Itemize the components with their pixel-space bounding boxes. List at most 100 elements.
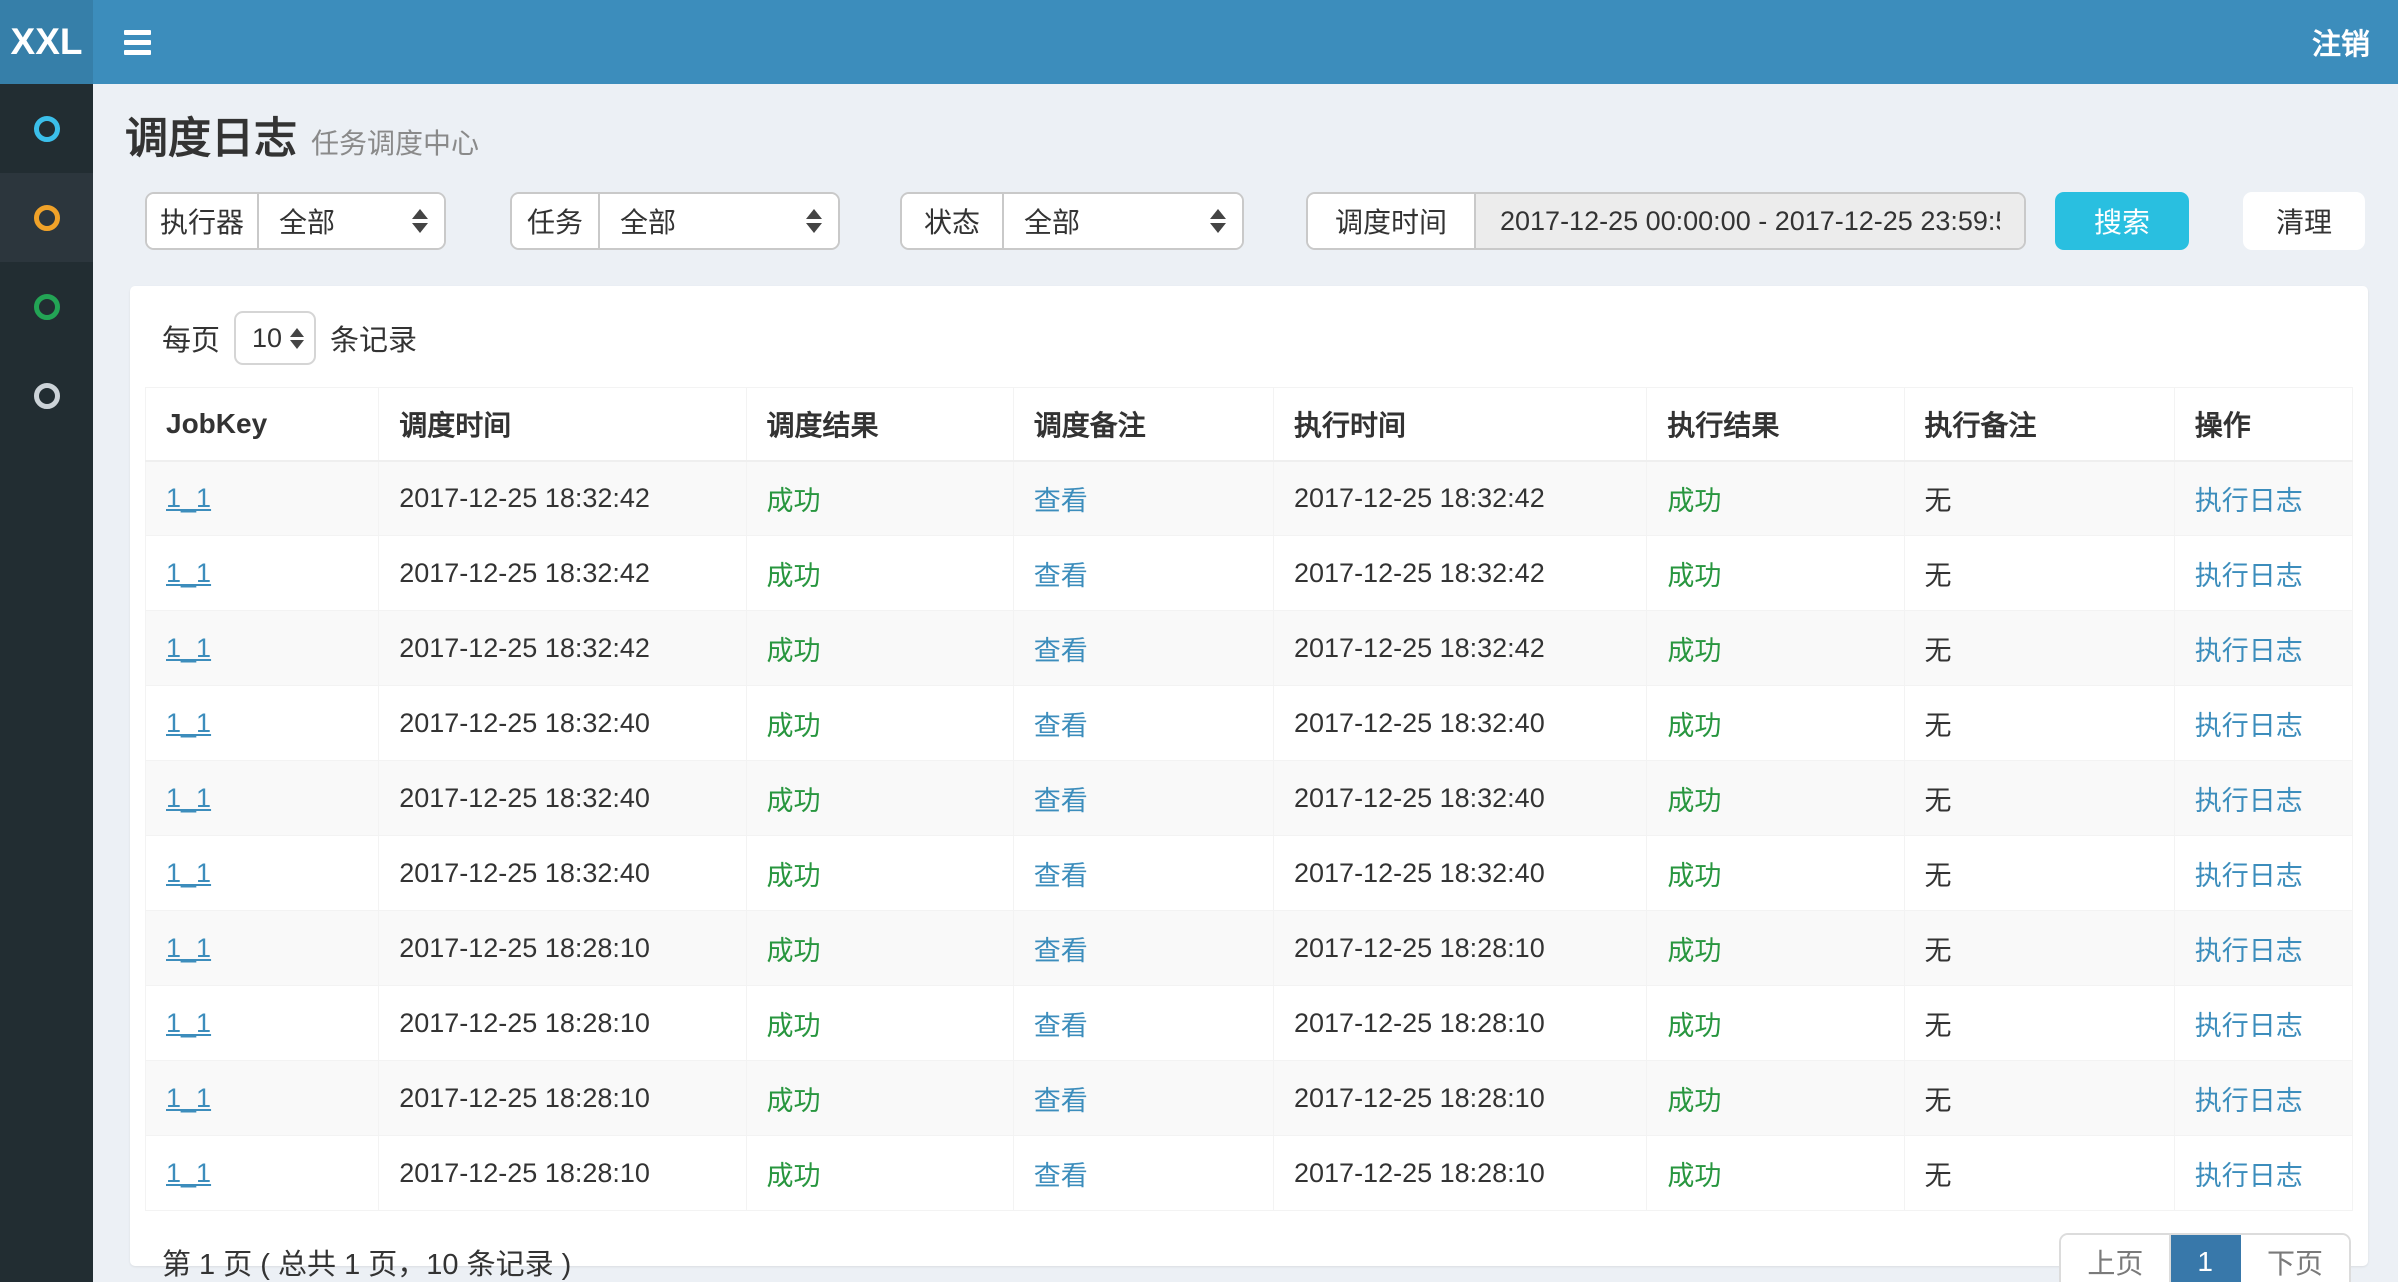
execution-log-link-cell: 执行日志 (2174, 836, 2352, 911)
trigger-msg-view-link-cell: 查看 (1013, 611, 1273, 686)
table-row: 1_12017-12-25 18:28:10成功查看2017-12-25 18:… (146, 1061, 2353, 1136)
jobkey-link-cell: 1_1 (146, 911, 379, 986)
status-filter-label: 状态 (902, 194, 1004, 248)
trigger-msg-view-link[interactable]: 查看 (1034, 936, 1088, 966)
execution-log-link[interactable]: 执行日志 (2195, 1161, 2303, 1191)
trigger-msg-view-link[interactable]: 查看 (1034, 1086, 1088, 1116)
job-filter-label: 任务 (512, 194, 600, 248)
trigger-result-cell: 成功 (746, 1136, 1013, 1211)
handle-msg-cell: 无 (1904, 986, 2174, 1061)
handle-result-cell: 成功 (1647, 461, 1904, 536)
select-caret-icon (412, 209, 428, 233)
trigger-msg-view-link-cell: 查看 (1013, 761, 1273, 836)
jobkey-link-cell: 1_1 (146, 611, 379, 686)
table-row: 1_12017-12-25 18:28:10成功查看2017-12-25 18:… (146, 1136, 2353, 1211)
clear-button[interactable]: 清理 (2243, 192, 2365, 250)
trigger-result-cell: 成功 (746, 461, 1013, 536)
handle-result-cell: 成功 (1647, 911, 1904, 986)
trigger-result-cell: 成功 (746, 536, 1013, 611)
sidebar-item-2[interactable] (0, 173, 93, 262)
handle-time-cell: 2017-12-25 18:32:40 (1274, 836, 1647, 911)
column-header-8: 操作 (2174, 388, 2352, 461)
jobkey-link[interactable]: 1_1 (166, 783, 211, 813)
execution-log-link[interactable]: 执行日志 (2195, 936, 2303, 966)
brand-logo[interactable]: XXL (0, 0, 93, 84)
handle-time-cell: 2017-12-25 18:32:42 (1274, 536, 1647, 611)
column-header-2: 调度时间 (379, 388, 746, 461)
trigger-msg-view-link[interactable]: 查看 (1034, 786, 1088, 816)
executor-select-value: 全部 (279, 201, 335, 241)
page-length-select[interactable]: 10 (234, 311, 316, 365)
jobkey-link[interactable]: 1_1 (166, 1083, 211, 1113)
trigger-msg-view-link-cell: 查看 (1013, 1136, 1273, 1211)
jobkey-link[interactable]: 1_1 (166, 633, 211, 663)
execution-log-link-cell: 执行日志 (2174, 536, 2352, 611)
handle-msg-cell: 无 (1904, 761, 2174, 836)
sidebar-item-3[interactable] (0, 262, 93, 351)
trigger-msg-view-link[interactable]: 查看 (1034, 636, 1088, 666)
prev-page-button[interactable]: 上页 (2061, 1235, 2171, 1282)
jobkey-link-cell: 1_1 (146, 836, 379, 911)
column-header-5: 执行时间 (1274, 388, 1647, 461)
trigger-time-cell: 2017-12-25 18:32:42 (379, 536, 746, 611)
pagination: 上页 1 下页 (2059, 1233, 2351, 1282)
jobkey-link[interactable]: 1_1 (166, 1008, 211, 1038)
jobkey-link-cell: 1_1 (146, 761, 379, 836)
execution-log-link[interactable]: 执行日志 (2195, 861, 2303, 891)
trigger-msg-view-link[interactable]: 查看 (1034, 861, 1088, 891)
trigger-time-cell: 2017-12-25 18:32:40 (379, 836, 746, 911)
table-row: 1_12017-12-25 18:32:40成功查看2017-12-25 18:… (146, 836, 2353, 911)
handle-result-cell: 成功 (1647, 1136, 1904, 1211)
handle-result-cell: 成功 (1647, 1061, 1904, 1136)
handle-time-cell: 2017-12-25 18:28:10 (1274, 911, 1647, 986)
trigger-msg-view-link[interactable]: 查看 (1034, 486, 1088, 516)
jobkey-link[interactable]: 1_1 (166, 1158, 211, 1188)
status-select[interactable]: 全部 (1004, 194, 1242, 248)
content-area: 调度日志任务调度中心 执行器 全部 任务 全部 状态 全部 (93, 84, 2398, 1282)
table-row: 1_12017-12-25 18:32:42成功查看2017-12-25 18:… (146, 536, 2353, 611)
status-select-value: 全部 (1024, 201, 1080, 241)
circle-icon (34, 116, 60, 142)
execution-log-link[interactable]: 执行日志 (2195, 1086, 2303, 1116)
execution-log-link[interactable]: 执行日志 (2195, 636, 2303, 666)
trigger-time-cell: 2017-12-25 18:28:10 (379, 1061, 746, 1136)
jobkey-link[interactable]: 1_1 (166, 558, 211, 588)
execution-log-link[interactable]: 执行日志 (2195, 561, 2303, 591)
trigger-msg-view-link[interactable]: 查看 (1034, 561, 1088, 591)
trigger-msg-view-link-cell: 查看 (1013, 911, 1273, 986)
trigger-msg-view-link-cell: 查看 (1013, 461, 1273, 536)
search-button[interactable]: 搜索 (2055, 192, 2189, 250)
trigger-msg-view-link[interactable]: 查看 (1034, 1011, 1088, 1041)
jobkey-link[interactable]: 1_1 (166, 483, 211, 513)
execution-log-link[interactable]: 执行日志 (2195, 1011, 2303, 1041)
table-row: 1_12017-12-25 18:32:40成功查看2017-12-25 18:… (146, 686, 2353, 761)
current-page-button[interactable]: 1 (2171, 1235, 2241, 1282)
trigger-result-cell: 成功 (746, 611, 1013, 686)
execution-log-link[interactable]: 执行日志 (2195, 486, 2303, 516)
trigger-time-filter-group: 调度时间 (1306, 192, 2026, 250)
handle-msg-cell: 无 (1904, 611, 2174, 686)
page-length-suffix: 条记录 (330, 317, 417, 359)
page-length-prefix: 每页 (162, 317, 220, 359)
trigger-time-range-input[interactable] (1476, 194, 2024, 248)
sidebar-item-1[interactable] (0, 84, 93, 173)
jobkey-link[interactable]: 1_1 (166, 933, 211, 963)
logout-link[interactable]: 注销 (2284, 21, 2398, 63)
trigger-msg-view-link[interactable]: 查看 (1034, 1161, 1088, 1191)
sidebar-item-4[interactable] (0, 351, 93, 440)
execution-log-link-cell: 执行日志 (2174, 911, 2352, 986)
trigger-msg-view-link[interactable]: 查看 (1034, 711, 1088, 741)
navbar-right: 注销 (2284, 0, 2398, 84)
sidebar-toggle-button[interactable] (93, 0, 181, 84)
hamburger-icon (124, 25, 151, 60)
next-page-button[interactable]: 下页 (2241, 1235, 2349, 1282)
handle-msg-cell: 无 (1904, 911, 2174, 986)
jobkey-link[interactable]: 1_1 (166, 708, 211, 738)
executor-select[interactable]: 全部 (259, 194, 444, 248)
execution-log-link[interactable]: 执行日志 (2195, 711, 2303, 741)
execution-log-link[interactable]: 执行日志 (2195, 786, 2303, 816)
jobkey-link[interactable]: 1_1 (166, 858, 211, 888)
job-select[interactable]: 全部 (600, 194, 838, 248)
execution-log-link-cell: 执行日志 (2174, 761, 2352, 836)
trigger-result-cell: 成功 (746, 686, 1013, 761)
